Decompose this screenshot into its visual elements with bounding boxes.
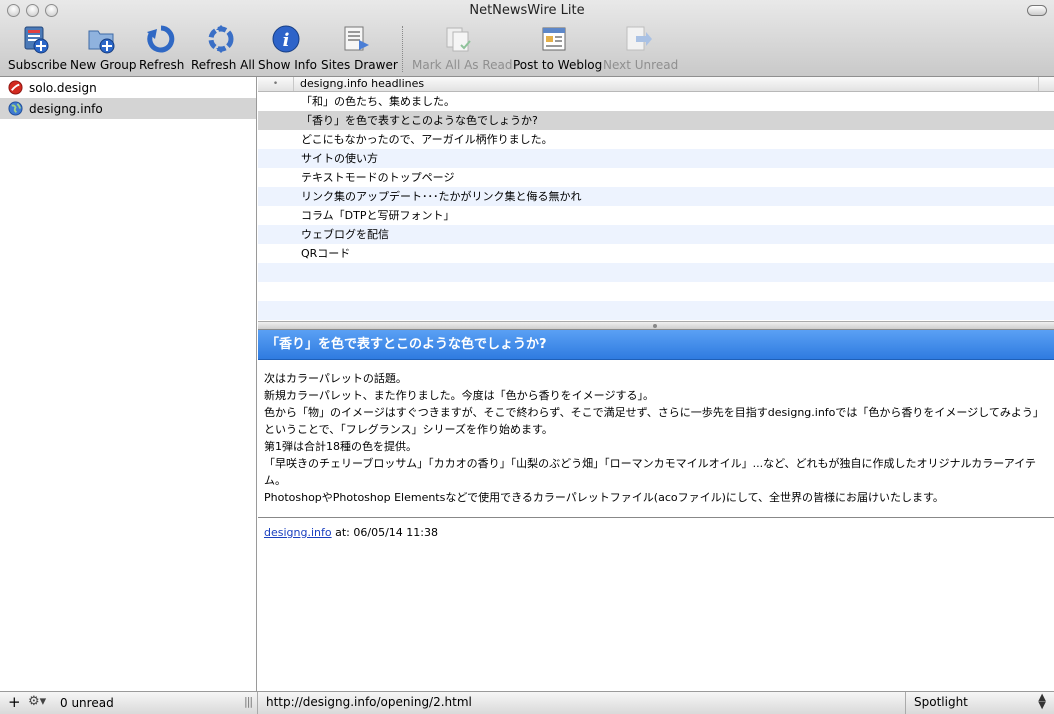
headline-row[interactable]: サイトの使い方 — [258, 149, 1054, 168]
window-title: NetNewsWire Lite — [469, 3, 585, 18]
article-paragraph: 第1弾は合計18種の色を提供。 — [264, 440, 417, 453]
add-subscription-button[interactable]: + — [8, 693, 21, 711]
article-title: 「香り」を色で表すとこのような色でしょうか? — [258, 330, 1054, 360]
article-paragraph: 新規カラーパレット、また作りました。今度は「色から香りをイメージする」。 — [264, 389, 654, 402]
popup-arrows-icon: ▲ ▼ — [1038, 692, 1046, 711]
info-icon: i — [272, 25, 300, 53]
gear-icon[interactable]: ⚙▾ — [28, 694, 46, 709]
svg-text:i: i — [283, 30, 290, 51]
article-paragraph: PhotoshopやPhotoshop Elementsなどで使用できるカラーパ… — [264, 491, 944, 504]
article-date: at: 06/05/14 11:38 — [331, 526, 438, 539]
unread-count: 0 unread — [60, 696, 114, 710]
search-scope-select[interactable]: Spotlight ▲ ▼ — [905, 692, 1054, 714]
headline-row-empty — [258, 301, 1054, 320]
refresh-label: Refresh — [139, 58, 185, 72]
headline-row[interactable]: 「和」の色たち、集めました。 — [258, 92, 1054, 111]
next-unread-label: Next Unread — [603, 58, 679, 72]
new-group-button[interactable]: New Group — [70, 24, 137, 74]
toolbar-separator — [402, 26, 403, 72]
headline-row-empty — [258, 282, 1054, 301]
subscription-label: designg.info — [29, 101, 103, 116]
window-toolbar: NetNewsWire Lite Subscribe New Group Ref… — [0, 0, 1054, 77]
splitter-dimple — [653, 324, 657, 328]
headline-row[interactable]: リンク集のアップデート･･･たかがリンク集と侮る無かれ — [258, 187, 1054, 206]
status-bar: + ⚙▾ 0 unread ||| http://designg.info/op… — [0, 691, 1054, 714]
subscription-designg-info[interactable]: designg.info — [0, 98, 256, 119]
refresh-button[interactable]: Refresh — [139, 24, 185, 74]
headline-row[interactable]: 「香り」を色で表すとこのような色でしょうか? — [258, 111, 1054, 130]
sites-drawer-icon — [344, 26, 369, 51]
new-group-icon — [88, 30, 114, 54]
headline-row[interactable]: コラム「DTPと写研フォント」 — [258, 206, 1054, 225]
red-feed-icon — [8, 80, 23, 95]
next-unread-button[interactable]: Next Unread — [603, 24, 679, 74]
headline-row-empty — [258, 263, 1054, 282]
headline-row[interactable]: QRコード — [258, 244, 1054, 263]
headlines-header: • designg.info headlines — [258, 77, 1054, 92]
article-paragraph: 「早咲きのチェリーブロッサム」「カカオの香り」「山梨のぶどう畑」「ローマンカモマ… — [264, 457, 1037, 487]
mark-all-read-icon — [446, 27, 471, 52]
article-source-link[interactable]: designg.info — [264, 526, 332, 539]
article-paragraph: 次はカラーパレットの話題。 — [264, 372, 407, 385]
pane-splitter[interactable] — [258, 321, 1054, 330]
refresh-all-button[interactable]: Refresh All — [191, 24, 256, 74]
headline-row[interactable]: どこにもなかったので、アーガイル柄作りました。 — [258, 130, 1054, 149]
unread-column-header[interactable]: • — [258, 77, 294, 91]
headlines-table: • designg.info headlines 「和」の色たち、集めました。 … — [258, 77, 1054, 321]
mark-all-read-label: Mark All As Read — [412, 58, 513, 72]
refresh-all-label: Refresh All — [191, 58, 256, 72]
post-to-weblog-button[interactable]: Post to Weblog — [513, 24, 603, 74]
subscription-label: solo.design — [29, 80, 97, 95]
subscription-solo-design[interactable]: solo.design — [0, 77, 256, 98]
sidebar-resize-grip[interactable]: ||| — [244, 695, 253, 708]
refresh-all-icon — [208, 25, 233, 53]
sites-drawer-button[interactable]: Sites Drawer — [321, 24, 398, 74]
column-options-header[interactable] — [1038, 77, 1054, 91]
headline-row[interactable]: テキストモードのトップページ — [258, 168, 1054, 187]
headline-row[interactable]: ウェブログを配信 — [258, 225, 1054, 244]
subscribe-label: Subscribe — [8, 58, 67, 72]
new-group-label: New Group — [70, 58, 137, 72]
article-paragraph: 色から「物」のイメージはすぐつきますが、そこで終わらず、そこで満足せず、さらに一… — [264, 406, 1044, 436]
post-weblog-icon — [542, 27, 566, 51]
mark-all-read-button[interactable]: Mark All As Read — [412, 24, 513, 74]
search-scope-value: Spotlight — [914, 695, 968, 709]
show-info-label: Show Info — [258, 58, 317, 72]
article-pane: 「香り」を色で表すとこのような色でしょうか? 次はカラーパレットの話題。 新規カ… — [258, 330, 1054, 691]
sites-drawer-label: Sites Drawer — [321, 58, 398, 72]
subscriptions-list: solo.design designg.info — [0, 77, 257, 691]
article-footer: designg.info at: 06/05/14 11:38 — [258, 518, 1054, 547]
subscribe-button[interactable]: Subscribe — [8, 24, 67, 74]
show-info-button[interactable]: i Show Info — [258, 24, 317, 74]
next-unread-icon — [626, 26, 652, 51]
status-url: http://designg.info/opening/2.html — [257, 692, 480, 714]
article-body: 次はカラーパレットの話題。 新規カラーパレット、また作りました。今度は「色から香… — [258, 360, 1054, 506]
headlines-column-header[interactable]: designg.info headlines — [294, 77, 424, 91]
refresh-icon — [147, 25, 175, 53]
subscribe-icon — [24, 26, 49, 54]
post-to-weblog-label: Post to Weblog — [513, 58, 603, 72]
toolbar-toggle-button[interactable] — [1027, 5, 1047, 16]
globe-icon — [8, 101, 23, 116]
